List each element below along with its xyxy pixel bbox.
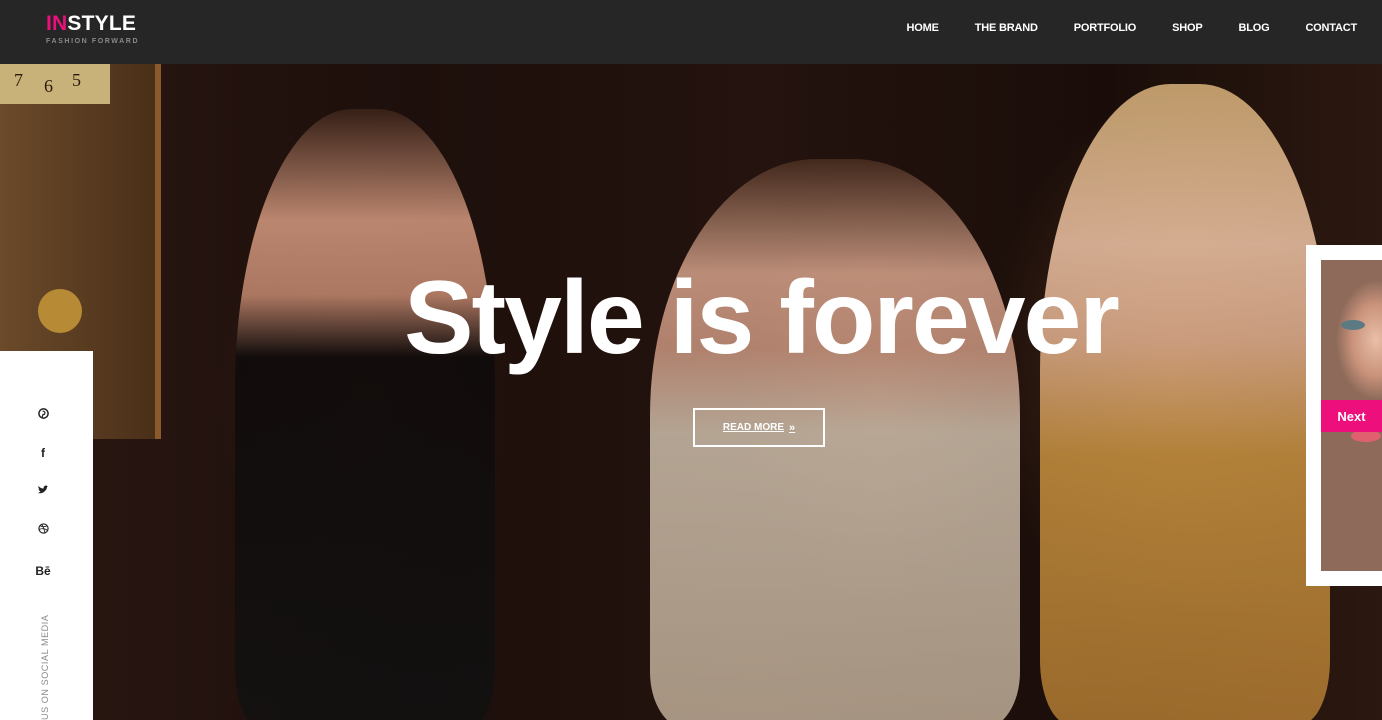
logo-accent: IN (46, 12, 68, 35)
nav-contact[interactable]: CONTACT (1305, 22, 1357, 34)
logo[interactable]: INSTYLE FASHION FORWARD (46, 13, 140, 46)
social-panel: f Bē US ON SOCIAL MEDIA (0, 351, 93, 720)
clock-number: 6 (44, 76, 53, 96)
model-figure-right (1040, 84, 1330, 720)
nav-portfolio[interactable]: PORTFOLIO (1074, 22, 1137, 34)
model-figure-left (235, 109, 495, 720)
hero-title: Style is forever (404, 260, 1120, 376)
logo-rest: STYLE (67, 12, 137, 35)
read-more-button[interactable]: READ MORE » (693, 408, 825, 447)
clock-face: 7 6 5 (0, 64, 110, 104)
pinterest-icon[interactable] (31, 408, 55, 422)
behance-icon[interactable]: Bē (31, 564, 55, 578)
nav-home[interactable]: HOME (907, 22, 939, 34)
logo-text: INSTYLE (46, 13, 139, 35)
dribbble-icon[interactable] (31, 523, 55, 537)
next-slide-button[interactable]: Next (1321, 400, 1382, 432)
double-chevron-right-icon: » (789, 421, 796, 434)
hero-slider: 7 6 5 (0, 64, 1382, 720)
facebook-icon[interactable]: f (31, 446, 55, 460)
social-caption: US ON SOCIAL MEDIA (40, 614, 50, 720)
twitter-icon[interactable] (31, 484, 55, 498)
thumbnail-eye (1341, 320, 1365, 330)
main-nav: HOME THE BRAND PORTFOLIO SHOP BLOG CONTA… (871, 22, 1358, 34)
logo-tagline: FASHION FORWARD (46, 38, 140, 45)
nav-blog[interactable]: BLOG (1238, 22, 1269, 34)
site-header: INSTYLE FASHION FORWARD HOME THE BRAND P… (0, 0, 1382, 64)
clock-number: 5 (72, 70, 81, 90)
nav-the-brand[interactable]: THE BRAND (975, 22, 1038, 34)
nav-shop[interactable]: SHOP (1172, 22, 1203, 34)
read-more-label: READ MORE (722, 422, 784, 433)
clock-number: 7 (14, 70, 23, 90)
